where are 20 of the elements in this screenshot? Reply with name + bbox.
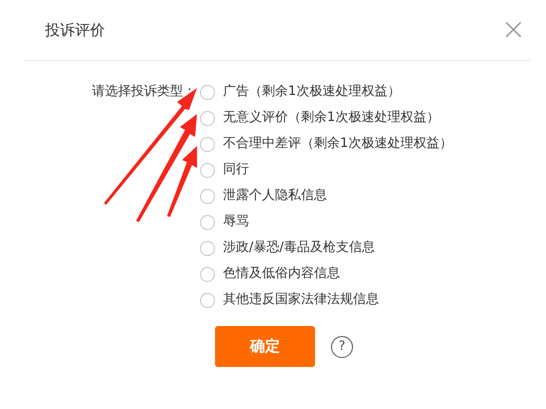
radio-button[interactable] xyxy=(200,136,215,152)
option-label[interactable]: 广告（剩余1次极速处理权益） xyxy=(223,82,400,102)
radio-button[interactable] xyxy=(200,188,215,204)
option-label[interactable]: 色情及低俗内容信息 xyxy=(223,264,340,284)
radio-button[interactable] xyxy=(200,292,215,308)
option-label[interactable]: 涉政/暴恐/毒品及枪支信息 xyxy=(223,238,375,258)
radio-button[interactable] xyxy=(200,240,215,256)
dialog-title: 投诉评价 xyxy=(45,20,105,41)
option-label[interactable]: 泄露个人隐私信息 xyxy=(223,186,327,206)
radio-button[interactable] xyxy=(200,266,215,282)
radio-button[interactable] xyxy=(200,110,215,126)
radio-button[interactable] xyxy=(200,214,215,230)
option-label[interactable]: 其他违反国家法律法规信息 xyxy=(223,290,379,310)
help-icon[interactable]: ? xyxy=(331,336,353,358)
option-label[interactable]: 无意义评价（剩余1次极速处理权益） xyxy=(223,108,440,128)
radio-button[interactable] xyxy=(200,162,215,178)
option-label[interactable]: 不合理中差评（剩余1次极速处理权益） xyxy=(223,134,452,154)
radio-button[interactable] xyxy=(200,84,215,100)
option-label[interactable]: 辱骂 xyxy=(223,212,249,232)
option-label[interactable]: 同行 xyxy=(223,160,249,180)
